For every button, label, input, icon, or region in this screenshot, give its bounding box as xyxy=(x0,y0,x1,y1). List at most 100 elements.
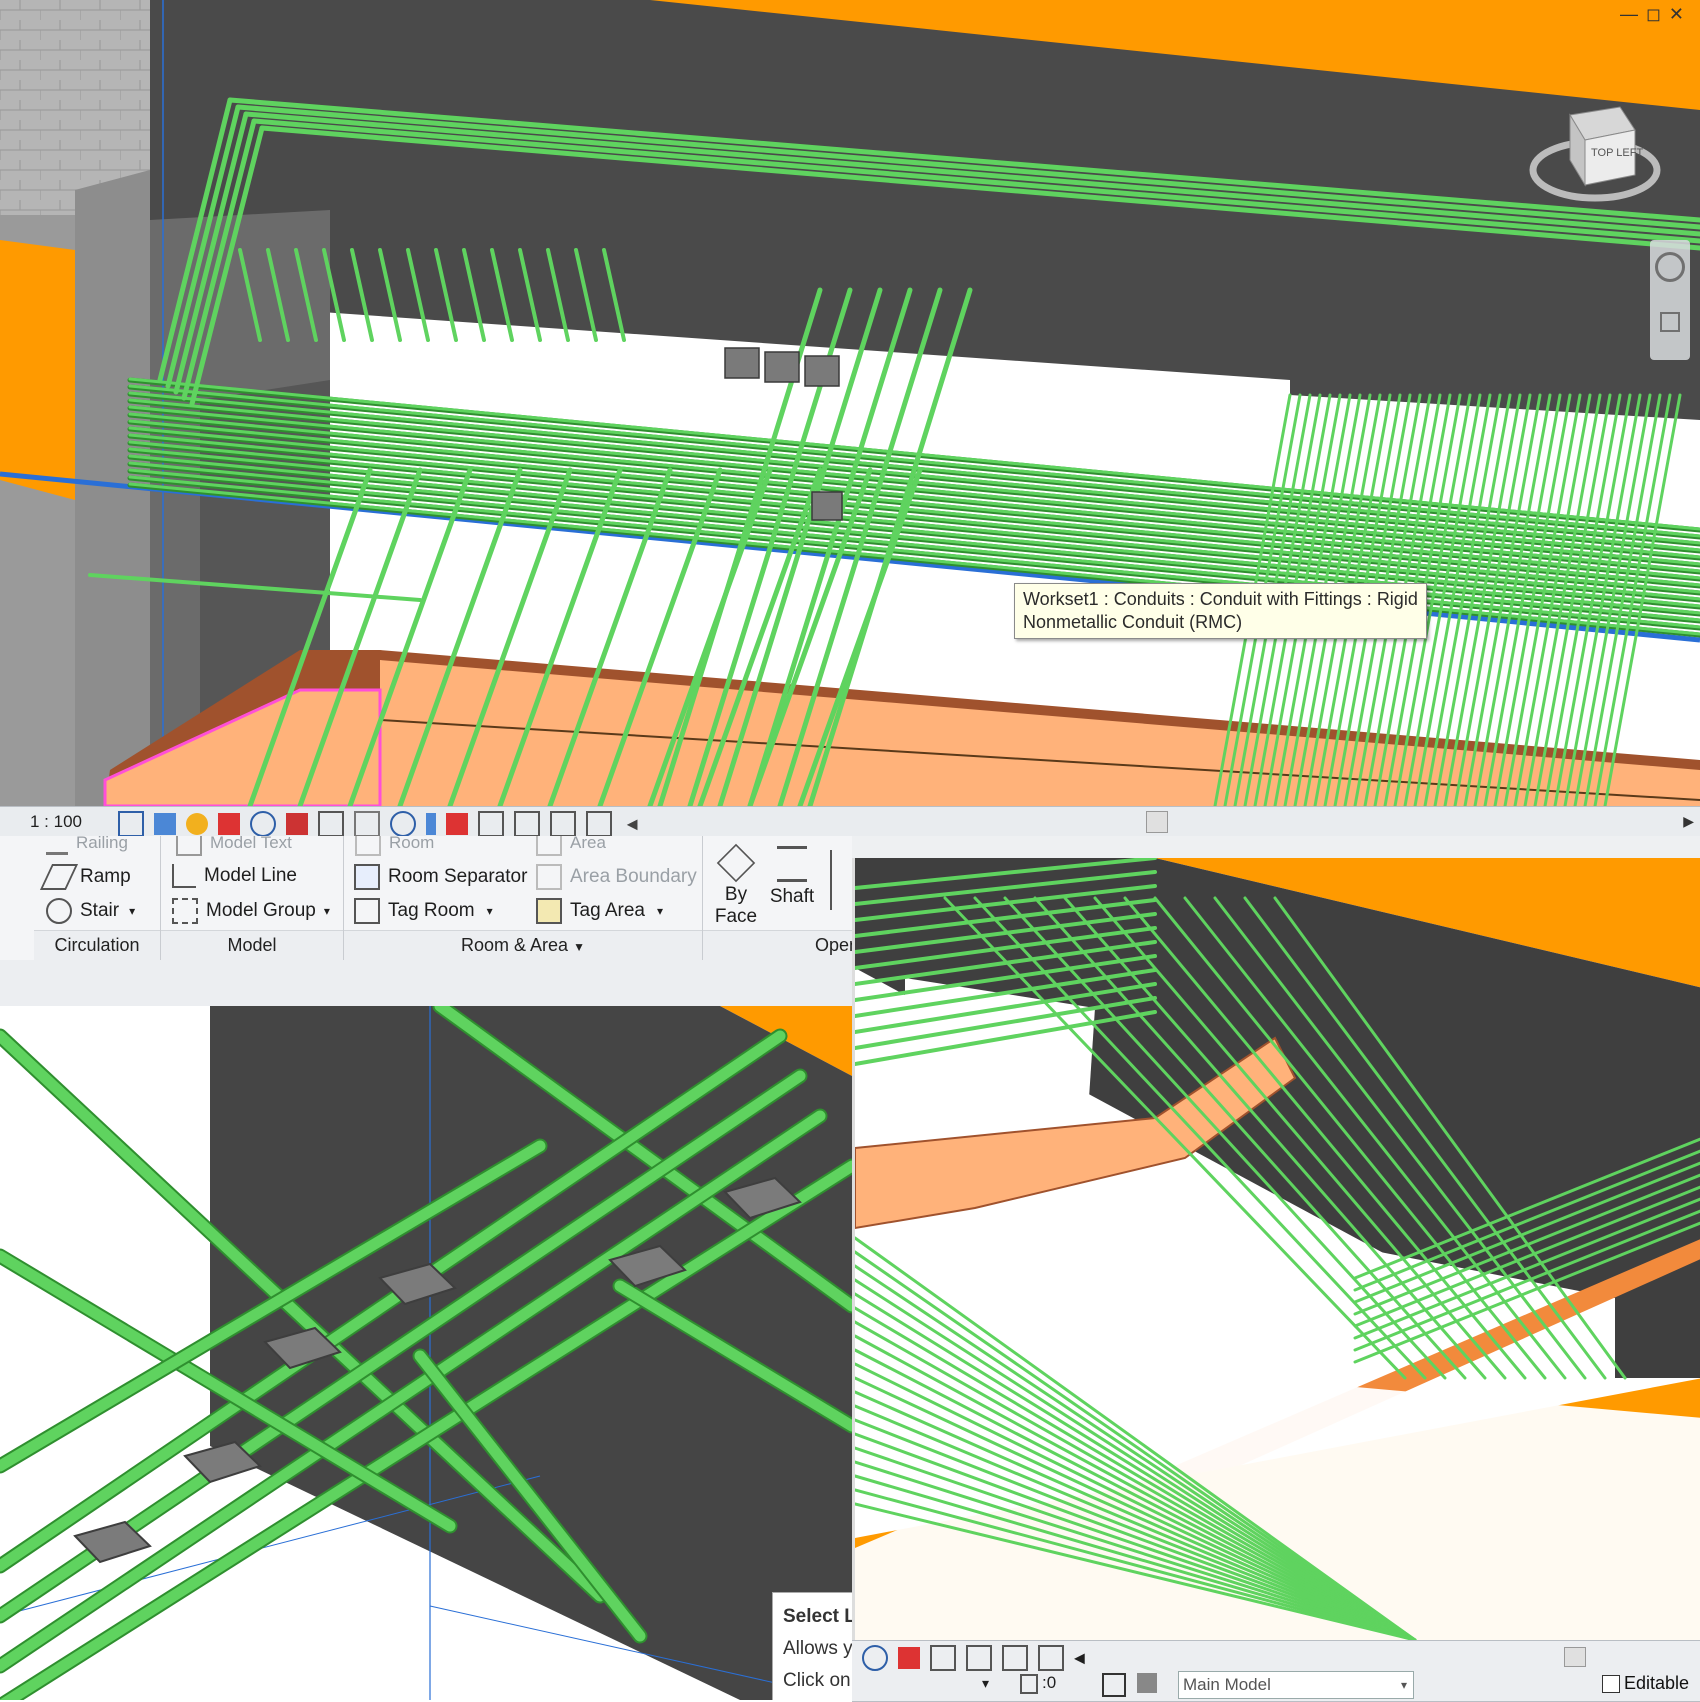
show-crop-icon[interactable] xyxy=(318,811,344,837)
close-button[interactable]: ✕ xyxy=(1669,4,1692,24)
reveal-hidden-icon[interactable] xyxy=(426,813,436,835)
room-icon xyxy=(355,836,381,856)
highlight-icon[interactable] xyxy=(478,811,504,837)
scroll-right-icon[interactable]: ▶ xyxy=(1683,813,1694,830)
stair-icon xyxy=(46,898,72,924)
unlock-3d-icon[interactable] xyxy=(354,811,380,837)
render-icon[interactable] xyxy=(250,811,276,837)
viewcube[interactable]: TOP LEFT xyxy=(1525,95,1665,205)
element-tooltip: Workset1 : Conduits : Conduit with Fitti… xyxy=(1014,583,1427,639)
sun-path-icon[interactable] xyxy=(186,813,208,835)
model-line-button[interactable]: Model Line xyxy=(172,864,297,888)
room-label: Room xyxy=(389,836,435,852)
tag-room-icon xyxy=(354,898,380,924)
tag-room-label: Tag Room xyxy=(388,900,475,921)
zoom-icon[interactable] xyxy=(1660,312,1680,332)
bottom-left-viewport[interactable]: Select L Allows y Click on xyxy=(0,1006,852,1700)
scale-label[interactable]: 1 : 100 xyxy=(30,812,82,832)
visual-style-icon[interactable] xyxy=(154,813,176,835)
shaft-button[interactable]: Shaft xyxy=(766,846,818,908)
editable-checkbox[interactable] xyxy=(1602,1675,1620,1694)
worksharing-icon[interactable] xyxy=(550,811,576,837)
editable-checkbox-wrap[interactable]: Editable xyxy=(1602,1673,1689,1694)
view-icons-row: ◀ xyxy=(862,1645,1085,1671)
stair-label: Stair xyxy=(80,900,120,921)
ribbon-panel: Railing Model Text Room Area Ramp Stair ▾… xyxy=(0,836,852,1007)
tag-area-dropdown-icon[interactable]: ▾ xyxy=(657,904,663,918)
bottom-right-viewport[interactable] xyxy=(852,858,1700,1640)
model-text-button[interactable]: Model Text xyxy=(176,836,292,856)
top-3d-scene[interactable] xyxy=(0,0,1700,806)
stair-button[interactable]: Stair ▾ xyxy=(46,898,135,924)
horizontal-scrollbar-thumb[interactable] xyxy=(1146,811,1168,833)
detail-level-icon[interactable] xyxy=(118,811,144,837)
bottom-left-scene[interactable] xyxy=(0,1006,852,1700)
area-boundary-icon xyxy=(536,864,562,890)
design-options-icon[interactable] xyxy=(586,811,612,837)
shadows-icon[interactable] xyxy=(218,813,240,835)
bottom-right-scene[interactable] xyxy=(855,858,1700,1640)
tag-area-button[interactable]: Tag Area ▾ xyxy=(536,898,663,924)
area-boundary-button[interactable]: Area Boundary xyxy=(536,864,697,890)
reveal-constraints-icon[interactable] xyxy=(1038,1645,1064,1671)
model-group-dropdown-icon[interactable]: ▾ xyxy=(324,904,330,918)
area-boundary-label: Area Boundary xyxy=(570,866,697,887)
selection-filter-icon[interactable] xyxy=(1020,1673,1038,1694)
restore-button[interactable]: ◻ xyxy=(1646,4,1669,24)
tag-room-dropdown-icon[interactable]: ▾ xyxy=(487,904,493,918)
crop-view-icon[interactable] xyxy=(286,813,308,835)
tooltip-body: Allows y xyxy=(783,1638,852,1659)
design-option-icon[interactable] xyxy=(1137,1673,1157,1693)
room-area-group-label[interactable]: Room & Area ▼ xyxy=(344,930,702,961)
constraints-icon[interactable] xyxy=(514,811,540,837)
model-text-icon xyxy=(176,836,202,856)
filter-icon[interactable]: ▾ xyxy=(982,1675,989,1692)
area-icon xyxy=(536,836,562,856)
main-model-dropdown-icon[interactable]: ▾ xyxy=(1401,1672,1407,1698)
model-group-button[interactable]: Model Group ▾ xyxy=(172,898,330,924)
constraints-toggle-icon[interactable] xyxy=(966,1645,992,1671)
right-toolbar-strip xyxy=(852,836,1700,859)
wall-opening-icon[interactable] xyxy=(830,850,850,910)
railing-button[interactable]: Railing xyxy=(46,836,128,855)
scroll-thumb[interactable] xyxy=(1564,1647,1586,1667)
hover-tooltip: Select L Allows y Click on xyxy=(772,1592,852,1700)
by-face-button[interactable]: By Face xyxy=(710,843,762,928)
tooltip-click: Click on xyxy=(783,1670,851,1691)
hide-icon[interactable] xyxy=(862,1645,888,1671)
workset-icon[interactable] xyxy=(1102,1673,1126,1697)
steering-wheel-icon[interactable] xyxy=(1655,252,1685,282)
chevron-left-icon[interactable]: ◀ xyxy=(627,815,638,831)
area-label: Area xyxy=(570,836,606,852)
tooltip-line-1: Workset1 : Conduits : Conduit with Fitti… xyxy=(1023,589,1418,609)
tooltip-title: Select L xyxy=(783,1606,852,1627)
analysis-icon[interactable] xyxy=(898,1647,920,1669)
navigation-bar[interactable] xyxy=(1650,240,1690,360)
viewcube-label: TOP LEFT xyxy=(1591,147,1644,159)
ramp-button[interactable]: Ramp xyxy=(39,864,131,890)
by-face-label-2: Face xyxy=(714,906,758,927)
room-area-expand-icon[interactable]: ▼ xyxy=(573,940,585,954)
ramp-icon xyxy=(39,864,79,890)
editable-label: Editable xyxy=(1624,1673,1690,1693)
minimize-button[interactable]: — xyxy=(1620,4,1646,24)
tooltip-line-2: Nonmetallic Conduit (RMC) xyxy=(1023,612,1243,632)
room-separator-icon xyxy=(354,864,380,890)
area-button[interactable]: Area xyxy=(536,836,606,856)
ribbon-bottom-band xyxy=(0,960,852,1006)
view-control-bar: 1 : 100 ◀ ▶ xyxy=(0,806,1700,838)
model-group-icon xyxy=(172,898,198,924)
top-3d-viewport[interactable]: —◻✕ TOP LEFT Workset1 : Conduits : Condu… xyxy=(0,0,1700,806)
tag-room-button[interactable]: Tag Room ▾ xyxy=(354,898,493,924)
chevron-left-icon[interactable]: ◀ xyxy=(1074,1649,1085,1665)
main-model-select[interactable]: Main Model ▾ xyxy=(1178,1671,1414,1699)
shaft-icon xyxy=(777,846,807,882)
model-group-label: Model Group xyxy=(206,900,316,921)
stair-dropdown-icon[interactable]: ▾ xyxy=(129,904,135,918)
temporary-hide-icon[interactable] xyxy=(390,811,416,837)
temp-view-icon[interactable] xyxy=(1002,1645,1028,1671)
highlight-displacement-icon[interactable] xyxy=(930,1645,956,1671)
room-separator-button[interactable]: Room Separator xyxy=(354,864,527,890)
room-button[interactable]: Room xyxy=(355,836,434,856)
analytical-icon[interactable] xyxy=(446,813,468,835)
